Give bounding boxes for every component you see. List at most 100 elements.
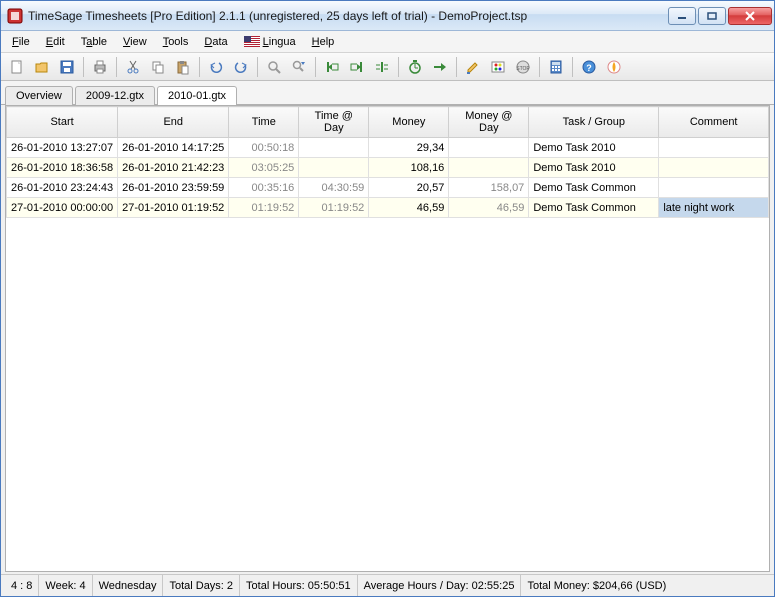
cell-moneyday[interactable] bbox=[449, 158, 529, 178]
cell-timeday[interactable]: 01:19:52 bbox=[299, 198, 369, 218]
open-icon[interactable] bbox=[30, 55, 54, 79]
goto-icon[interactable] bbox=[428, 55, 452, 79]
cell-start[interactable]: 27-01-2010 00:00:00 bbox=[7, 198, 118, 218]
status-day: Wednesday bbox=[93, 575, 164, 596]
col-moneyday[interactable]: Money @ Day bbox=[449, 107, 529, 138]
cell-end[interactable]: 26-01-2010 23:59:59 bbox=[118, 178, 229, 198]
menu-tools[interactable]: Tools bbox=[156, 34, 196, 50]
print-icon[interactable] bbox=[88, 55, 112, 79]
table-row[interactable]: 26-01-2010 23:24:4326-01-2010 23:59:5900… bbox=[7, 178, 769, 198]
cell-timeday[interactable] bbox=[299, 138, 369, 158]
find-icon[interactable] bbox=[262, 55, 286, 79]
cell-timeday[interactable]: 04:30:59 bbox=[299, 178, 369, 198]
minimize-button[interactable] bbox=[668, 7, 696, 25]
window-title: TimeSage Timesheets [Pro Edition] 2.1.1 … bbox=[28, 9, 668, 23]
cell-moneyday[interactable] bbox=[449, 138, 529, 158]
menu-view[interactable]: View bbox=[116, 34, 154, 50]
col-task[interactable]: Task / Group bbox=[529, 107, 659, 138]
status-week: Week: 4 bbox=[39, 575, 92, 596]
tab-overview[interactable]: Overview bbox=[5, 86, 73, 105]
timesheet-table: Start End Time Time @ Day Money Money @ … bbox=[6, 106, 769, 218]
tab-2009-12[interactable]: 2009-12.gtx bbox=[75, 86, 155, 105]
svg-text:?: ? bbox=[586, 63, 592, 73]
menu-help[interactable]: Help bbox=[305, 34, 342, 50]
table-row[interactable]: 26-01-2010 18:36:5826-01-2010 21:42:2303… bbox=[7, 158, 769, 178]
cell-moneyday[interactable]: 158,07 bbox=[449, 178, 529, 198]
cell-time[interactable]: 00:35:16 bbox=[229, 178, 299, 198]
statusbar: 4 : 8 Week: 4 Wednesday Total Days: 2 To… bbox=[1, 574, 774, 596]
cut-icon[interactable] bbox=[121, 55, 145, 79]
cell-money[interactable]: 29,34 bbox=[369, 138, 449, 158]
status-avghours: Average Hours / Day: 02:55:25 bbox=[358, 575, 522, 596]
cell-start[interactable]: 26-01-2010 18:36:58 bbox=[7, 158, 118, 178]
cell-comment[interactable]: late night work bbox=[659, 198, 769, 218]
cell-comment[interactable] bbox=[659, 138, 769, 158]
find-next-icon[interactable] bbox=[287, 55, 311, 79]
timer-start-icon[interactable] bbox=[403, 55, 427, 79]
cell-money[interactable]: 20,57 bbox=[369, 178, 449, 198]
cell-start[interactable]: 26-01-2010 23:24:43 bbox=[7, 178, 118, 198]
cell-end[interactable]: 26-01-2010 21:42:23 bbox=[118, 158, 229, 178]
cell-time[interactable]: 03:05:25 bbox=[229, 158, 299, 178]
cell-task[interactable]: Demo Task 2010 bbox=[529, 158, 659, 178]
table-row[interactable]: 27-01-2010 00:00:0027-01-2010 01:19:5201… bbox=[7, 198, 769, 218]
cell-money[interactable]: 46,59 bbox=[369, 198, 449, 218]
cell-moneyday[interactable]: 46,59 bbox=[449, 198, 529, 218]
cell-start[interactable]: 26-01-2010 13:27:07 bbox=[7, 138, 118, 158]
app-window: TimeSage Timesheets [Pro Edition] 2.1.1 … bbox=[0, 0, 775, 597]
col-time[interactable]: Time bbox=[229, 107, 299, 138]
status-totaldays: Total Days: 2 bbox=[163, 575, 240, 596]
calculator-icon[interactable] bbox=[544, 55, 568, 79]
cell-end[interactable]: 26-01-2010 14:17:25 bbox=[118, 138, 229, 158]
menu-file[interactable]: File bbox=[5, 34, 37, 50]
cell-task[interactable]: Demo Task Common bbox=[529, 198, 659, 218]
delete-row-icon[interactable] bbox=[370, 55, 394, 79]
insert-right-icon[interactable] bbox=[345, 55, 369, 79]
cell-money[interactable]: 108,16 bbox=[369, 158, 449, 178]
col-money[interactable]: Money bbox=[369, 107, 449, 138]
col-comment[interactable]: Comment bbox=[659, 107, 769, 138]
grid-area[interactable]: Start End Time Time @ Day Money Money @ … bbox=[5, 105, 770, 572]
cell-comment[interactable] bbox=[659, 158, 769, 178]
new-icon[interactable] bbox=[5, 55, 29, 79]
save-icon[interactable] bbox=[55, 55, 79, 79]
close-button[interactable] bbox=[728, 7, 772, 25]
task-icon[interactable] bbox=[486, 55, 510, 79]
cell-task[interactable]: Demo Task Common bbox=[529, 178, 659, 198]
status-totalmoney: Total Money: $204,66 (USD) bbox=[521, 575, 672, 596]
col-timeday[interactable]: Time @ Day bbox=[299, 107, 369, 138]
table-row[interactable]: 26-01-2010 13:27:0726-01-2010 14:17:2500… bbox=[7, 138, 769, 158]
help-icon[interactable]: ? bbox=[577, 55, 601, 79]
menu-data[interactable]: Data bbox=[197, 34, 234, 50]
menubar: File Edit Table View Tools Data Lingua H… bbox=[1, 31, 774, 53]
insert-left-icon[interactable] bbox=[320, 55, 344, 79]
tabbar: Overview 2009-12.gtx 2010-01.gtx bbox=[1, 81, 774, 105]
cell-end[interactable]: 27-01-2010 01:19:52 bbox=[118, 198, 229, 218]
col-end[interactable]: End bbox=[118, 107, 229, 138]
stop-icon[interactable]: STOP bbox=[511, 55, 535, 79]
redo-icon[interactable] bbox=[229, 55, 253, 79]
cell-task[interactable]: Demo Task 2010 bbox=[529, 138, 659, 158]
copy-icon[interactable] bbox=[146, 55, 170, 79]
menu-table[interactable]: Table bbox=[74, 34, 114, 50]
paste-icon[interactable] bbox=[171, 55, 195, 79]
window-controls bbox=[668, 7, 772, 25]
status-pos: 4 : 8 bbox=[5, 575, 39, 596]
cell-time[interactable]: 00:50:18 bbox=[229, 138, 299, 158]
header-row: Start End Time Time @ Day Money Money @ … bbox=[7, 107, 769, 138]
tab-2010-01[interactable]: 2010-01.gtx bbox=[157, 86, 237, 105]
cell-comment[interactable] bbox=[659, 178, 769, 198]
menu-edit[interactable]: Edit bbox=[39, 34, 72, 50]
home-icon[interactable] bbox=[602, 55, 626, 79]
undo-icon[interactable] bbox=[204, 55, 228, 79]
cell-timeday[interactable] bbox=[299, 158, 369, 178]
titlebar[interactable]: TimeSage Timesheets [Pro Edition] 2.1.1 … bbox=[1, 1, 774, 31]
maximize-button[interactable] bbox=[698, 7, 726, 25]
edit-icon[interactable] bbox=[461, 55, 485, 79]
svg-text:STOP: STOP bbox=[516, 66, 530, 72]
cell-time[interactable]: 01:19:52 bbox=[229, 198, 299, 218]
status-totalhours: Total Hours: 05:50:51 bbox=[240, 575, 358, 596]
menu-lingua[interactable]: Lingua bbox=[237, 34, 303, 50]
col-start[interactable]: Start bbox=[7, 107, 118, 138]
flag-us-icon bbox=[244, 36, 260, 47]
